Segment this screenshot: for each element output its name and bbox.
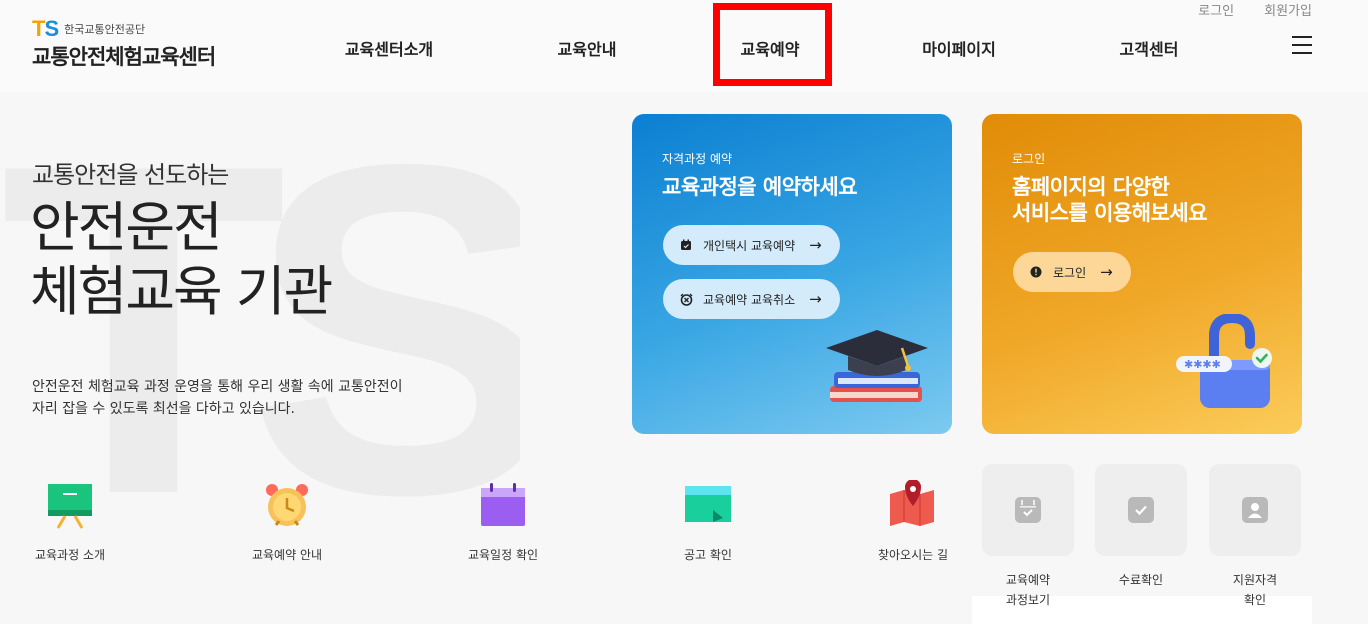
- tile-label: 교육예약 과정보기: [1005, 573, 1051, 607]
- calendar-icon: [679, 238, 693, 252]
- reservation-card: 자격과정 예약 교육과정을 예약하세요 개인택시 교육예약 → 교육예약 교육취…: [632, 114, 952, 434]
- quick-link-label: 교육일정 확인: [467, 548, 539, 562]
- reservation-cancel-label: 교육예약 교육취소: [703, 292, 796, 307]
- nav-education-reservation[interactable]: 교육예약: [741, 36, 800, 60]
- taxi-reservation-button[interactable]: 개인택시 교육예약 →: [663, 225, 840, 265]
- main-nav: 교육센터소개 교육안내 교육예약 마이페이지 고객센터: [0, 36, 1368, 59]
- quick-link-reservation-guide[interactable]: 교육예약 안내: [222, 480, 352, 563]
- signup-link[interactable]: 회원가입: [1264, 0, 1312, 19]
- quick-link-label: 교육예약 안내: [251, 548, 323, 562]
- calendar-icon: [1015, 497, 1041, 523]
- arrow-right-icon: →: [809, 236, 822, 254]
- unlocked-padlock-icon: ✱✱✱✱: [1176, 314, 1272, 408]
- login-link[interactable]: 로그인: [1198, 0, 1234, 19]
- nav-customer-center[interactable]: 고객센터: [1120, 36, 1179, 60]
- notice-board-icon: [683, 480, 733, 530]
- alarm-clock-icon: [679, 292, 693, 306]
- login-card: 로그인 홈페이지의 다양한 서비스를 이용해보세요 로그인 → ✱✱✱✱: [982, 114, 1302, 434]
- quick-link-label: 교육과정 소개: [34, 548, 106, 562]
- header: 로그인 회원가입 TS 한국교통안전공단 교통안전체험교육센터 교육센터소개 교…: [0, 0, 1368, 92]
- arrow-right-icon: →: [1100, 263, 1113, 281]
- reservation-cancel-button[interactable]: 교육예약 교육취소 →: [663, 279, 840, 319]
- tile-course-view[interactable]: [982, 464, 1074, 556]
- reservation-card-title: 교육과정을 예약하세요: [662, 175, 858, 199]
- hero-desc-line2: 자리 잡을 수 있도록 최선을 다하고 있습니다.: [32, 401, 295, 417]
- quick-link-schedule[interactable]: 교육일정 확인: [438, 480, 568, 563]
- org-name: 한국교통안전공단: [64, 23, 146, 36]
- user-icon: [1242, 497, 1268, 523]
- utility-links: 로그인 회원가입: [1198, 0, 1312, 19]
- login-button-label: 로그인: [1053, 265, 1087, 280]
- quick-link-directions[interactable]: 찾아오시는 길: [848, 479, 978, 563]
- check-icon: [1128, 497, 1154, 523]
- nav-education-guide[interactable]: 교육안내: [558, 36, 617, 60]
- alert-circle-icon: [1029, 265, 1043, 279]
- nav-mypage[interactable]: 마이페이지: [922, 36, 996, 60]
- tile-label: 수료확인: [1118, 573, 1164, 587]
- quick-link-notice[interactable]: 공고 확인: [643, 480, 773, 563]
- quick-link-course-intro[interactable]: 교육과정 소개: [5, 480, 135, 563]
- alarm-clock-icon: [262, 480, 312, 530]
- hero-description: 안전운전 체험교육 과정 운영을 통해 우리 생활 속에 교통안전이 자리 잡을…: [32, 376, 452, 420]
- hero-title-line2: 체험교육 기관: [30, 260, 333, 323]
- hero-desc-line1: 안전운전 체험교육 과정 운영을 통해 우리 생활 속에 교통안전이: [32, 379, 403, 395]
- login-card-title: 홈페이지의 다양한 서비스를 이용해보세요: [1012, 175, 1208, 225]
- hero-title: 안전운전 체험교육 기관: [30, 196, 333, 324]
- tile-eligibility-check[interactable]: [1209, 464, 1301, 556]
- tile-label: 지원자격 확인: [1232, 573, 1278, 607]
- presentation-board-icon: [45, 480, 95, 530]
- reservation-card-label: 자격과정 예약: [662, 152, 733, 166]
- tile-completion-check[interactable]: [1095, 464, 1187, 556]
- login-card-label: 로그인: [1012, 152, 1046, 166]
- quick-link-label: 공고 확인: [684, 548, 732, 562]
- calendar-icon: [478, 480, 528, 530]
- menu-icon[interactable]: [1292, 36, 1312, 54]
- graduation-cap-books-icon: [826, 330, 928, 402]
- svg-text:✱✱✱✱: ✱✱✱✱: [1184, 358, 1221, 371]
- hero-subtitle: 교통안전을 선도하는: [32, 161, 229, 189]
- map-pin-icon: [888, 479, 938, 530]
- taxi-reservation-label: 개인택시 교육예약: [703, 238, 796, 253]
- hero-title-line1: 안전운전: [30, 196, 223, 259]
- arrow-right-icon: →: [809, 290, 822, 308]
- login-button[interactable]: 로그인 →: [1013, 252, 1131, 292]
- quick-link-label: 찾아오시는 길: [877, 548, 949, 562]
- nav-center-intro[interactable]: 교육센터소개: [345, 36, 433, 60]
